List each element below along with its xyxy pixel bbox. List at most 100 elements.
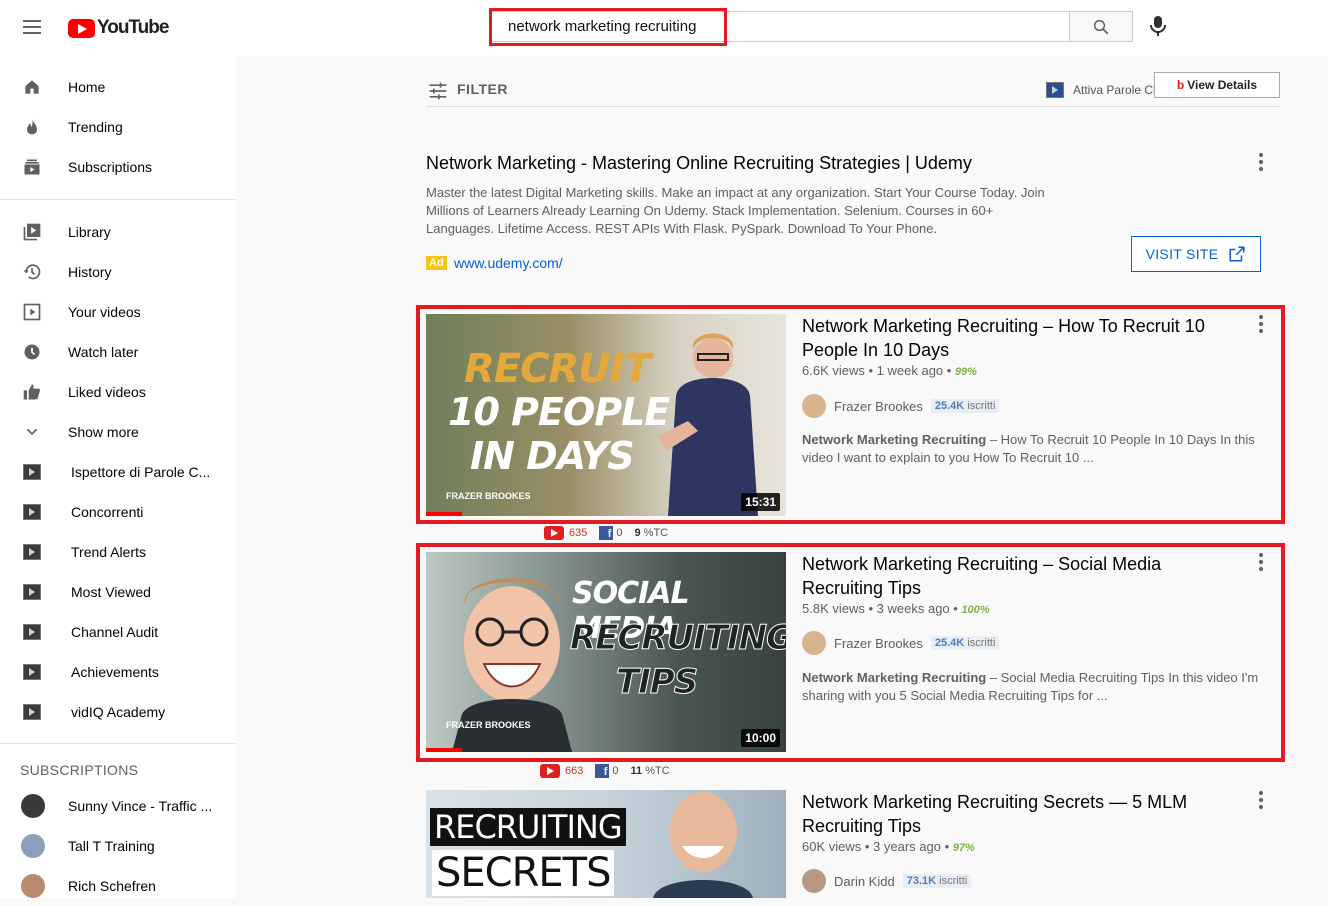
sidebar-item-extension[interactable]: vidIQ Academy bbox=[0, 692, 236, 732]
thumbnail-text: IN DAYS bbox=[470, 434, 635, 478]
thumbnail-text: RECRUIT bbox=[464, 346, 651, 392]
upload-age: 1 week ago bbox=[876, 363, 944, 378]
view-details-label: View Details bbox=[1187, 78, 1258, 92]
sidebar-item-label: Trend Alerts bbox=[71, 544, 146, 560]
your-videos-icon bbox=[22, 302, 42, 322]
sidebar-item-label: Show more bbox=[68, 424, 139, 440]
avatar bbox=[802, 631, 826, 655]
video-meta: 5.8K views • 3 weeks ago • 100% bbox=[802, 601, 990, 616]
thumbnail-text: 10 PEOPLE bbox=[448, 390, 670, 434]
sidebar-item-extension[interactable]: Ispettore di Parole C... bbox=[0, 452, 236, 492]
subscriber-count: 25.4K bbox=[934, 400, 965, 412]
sidebar-item-subscriptions[interactable]: Subscriptions bbox=[0, 147, 236, 187]
stat-tc: 11 bbox=[630, 765, 643, 777]
sidebar-item-trending[interactable]: Trending bbox=[0, 107, 236, 147]
watch-later-icon bbox=[22, 342, 42, 362]
chevron-down-icon bbox=[22, 422, 42, 442]
video-thumbnail[interactable]: RECRUIT 10 PEOPLE IN DAYS FRAZER BROOKES… bbox=[426, 314, 786, 516]
sidebar-item-subscription[interactable]: Tall T Training bbox=[0, 826, 236, 866]
stat-tc-unit: %TC bbox=[643, 527, 669, 539]
view-details-button[interactable]: b View Details bbox=[1154, 72, 1280, 98]
avatar bbox=[21, 834, 45, 858]
sidebar-item-extension[interactable]: Channel Audit bbox=[0, 612, 236, 652]
channel-name: Frazer Brookes bbox=[834, 398, 923, 414]
more-options-icon[interactable] bbox=[1259, 791, 1263, 809]
search-button[interactable] bbox=[1069, 11, 1133, 42]
watch-progress-bar bbox=[426, 748, 462, 752]
score-value: 100% bbox=[961, 604, 990, 616]
sidebar-item-label: Trending bbox=[68, 119, 123, 135]
upload-age: 3 years ago bbox=[873, 839, 941, 854]
more-options-icon[interactable] bbox=[1259, 315, 1263, 333]
channel-row[interactable]: Frazer Brookes 25.4K iscritti bbox=[802, 394, 1000, 418]
view-count: 6.6K views bbox=[802, 363, 865, 378]
video-thumbnail[interactable]: SOCIAL MEDIA RECRUITING TIPS FRAZER BROO… bbox=[426, 552, 786, 752]
sidebar-item-extension[interactable]: Most Viewed bbox=[0, 572, 236, 612]
video-meta: 6.6K views • 1 week ago • 99% bbox=[802, 363, 977, 378]
subscriptions-icon bbox=[22, 157, 42, 177]
video-title[interactable]: Network Marketing Recruiting Secrets — 5… bbox=[802, 790, 1232, 838]
presenter-figure bbox=[658, 333, 758, 516]
upload-age: 3 weeks ago bbox=[876, 601, 950, 616]
thumbnail-brand: FRAZER BROOKES bbox=[446, 720, 531, 730]
sidebar-item-show-more[interactable]: Show more bbox=[0, 412, 236, 452]
vidiq-logo-icon: b bbox=[1176, 78, 1185, 92]
view-count: 5.8K views bbox=[802, 601, 865, 616]
search-icon bbox=[1093, 19, 1109, 34]
vidiq-icon bbox=[22, 462, 42, 482]
sidebar-item-label: Liked videos bbox=[68, 384, 146, 400]
sidebar-item-subscription[interactable]: Sunny Vince - Traffic ... bbox=[0, 786, 236, 826]
presenter-face bbox=[653, 792, 753, 898]
youtube-icon bbox=[544, 526, 564, 540]
channel-name: Darin Kidd bbox=[834, 873, 895, 889]
sidebar-item-label: Ispettore di Parole C... bbox=[71, 464, 211, 480]
video-thumbnail[interactable]: RECRUITING SECRETS bbox=[426, 790, 786, 898]
sidebar-item-label: Sunny Vince - Traffic ... bbox=[68, 798, 213, 814]
thumbnail-text: RECRUITING bbox=[430, 808, 626, 846]
description-bold: Network Marketing Recruiting bbox=[802, 670, 987, 685]
ad-url[interactable]: www.udemy.com/ bbox=[454, 255, 563, 271]
sidebar-item-watch-later[interactable]: Watch later bbox=[0, 332, 236, 372]
more-options-icon[interactable] bbox=[1259, 153, 1263, 171]
visit-site-button[interactable]: VISIT SITE bbox=[1131, 236, 1261, 272]
sidebar-item-label: Rich Schefren bbox=[68, 878, 156, 894]
youtube-icon bbox=[540, 764, 560, 778]
more-options-icon[interactable] bbox=[1259, 553, 1263, 571]
youtube-play-icon bbox=[68, 18, 95, 38]
sidebar-item-label: Watch later bbox=[68, 344, 139, 360]
video-title[interactable]: Network Marketing Recruiting – Social Me… bbox=[802, 552, 1232, 600]
channel-name: Frazer Brookes bbox=[834, 635, 923, 651]
home-icon bbox=[22, 77, 42, 97]
video-duration: 10:00 bbox=[741, 729, 780, 747]
sidebar-item-extension[interactable]: Trend Alerts bbox=[0, 532, 236, 572]
ad-badge: Ad bbox=[426, 256, 447, 270]
sidebar-item-label: Subscriptions bbox=[68, 159, 153, 175]
sidebar-item-library[interactable]: Library bbox=[0, 212, 236, 252]
filter-icon[interactable] bbox=[428, 81, 448, 101]
external-link-icon bbox=[1229, 246, 1245, 262]
sidebar-item-extension[interactable]: Achievements bbox=[0, 652, 236, 692]
like-icon bbox=[22, 382, 42, 402]
search-box bbox=[490, 11, 1070, 42]
view-count: 60K views bbox=[802, 839, 862, 854]
sidebar-item-subscription[interactable]: Rich Schefren bbox=[0, 866, 236, 906]
filter-label[interactable]: FILTER bbox=[457, 81, 508, 97]
channel-row[interactable]: Frazer Brookes 25.4K iscritti bbox=[802, 631, 1000, 655]
sidebar-item-your-videos[interactable]: Your videos bbox=[0, 292, 236, 332]
video-title[interactable]: Network Marketing Recruiting – How To Re… bbox=[802, 314, 1232, 362]
channel-row[interactable]: Darin Kidd 73.1K iscritti bbox=[802, 869, 972, 893]
menu-icon[interactable] bbox=[23, 20, 41, 34]
ad-title[interactable]: Network Marketing - Mastering Online Rec… bbox=[426, 153, 972, 174]
sidebar-item-liked-videos[interactable]: Liked videos bbox=[0, 372, 236, 412]
youtube-logo[interactable]: YouTube bbox=[68, 17, 169, 39]
search-input[interactable] bbox=[491, 12, 1069, 41]
watch-progress-bar bbox=[426, 512, 462, 516]
vidiq-icon bbox=[22, 662, 42, 682]
sidebar-item-history[interactable]: History bbox=[0, 252, 236, 292]
subscriber-word: iscritti bbox=[967, 400, 996, 412]
subscriber-word: iscritti bbox=[939, 875, 968, 887]
sidebar-item-extension[interactable]: Concorrenti bbox=[0, 492, 236, 532]
mic-icon[interactable] bbox=[1148, 15, 1168, 37]
sidebar-item-home[interactable]: Home bbox=[0, 67, 236, 107]
thumbnail-text: RECRUITING bbox=[569, 618, 786, 659]
